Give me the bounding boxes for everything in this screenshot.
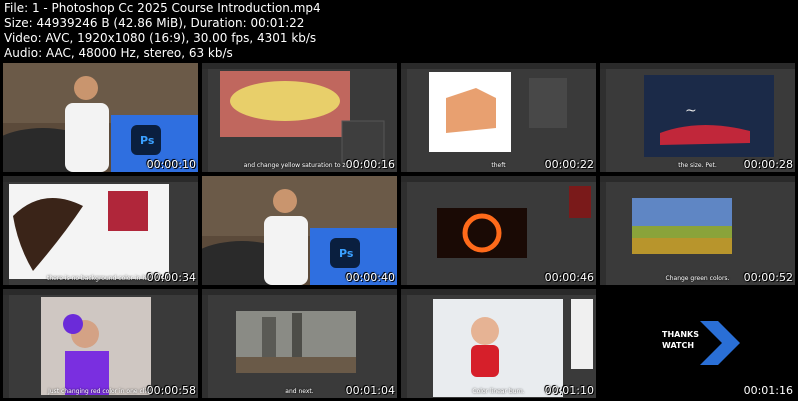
- thumbnail-8[interactable]: Change green colors. 00:00:52: [600, 176, 795, 285]
- eclipse-image: [437, 186, 591, 258]
- thumbnail-4[interactable]: ~ the size. Pet. 00:00:28: [600, 63, 795, 172]
- landscape-image: [632, 198, 732, 254]
- video-info-line: Video: AVC, 1920x1080 (16:9), 30.00 fps,…: [4, 31, 317, 45]
- thumbnail-7[interactable]: 00:00:46: [401, 176, 596, 285]
- presenter-scene: [3, 63, 198, 172]
- chevron-right-icon: [700, 321, 740, 365]
- hair-image: [9, 184, 169, 279]
- thumbnail-7-timestamp: 00:00:46: [544, 271, 594, 284]
- thumbnail-12-timestamp: 00:01:16: [743, 384, 793, 397]
- thumbnail-5-timestamp: 00:00:34: [146, 271, 196, 284]
- thumbnail-5[interactable]: there is no background color in hair 00:…: [3, 176, 198, 285]
- thumbnail-11[interactable]: Color linear burn. 00:01:10: [401, 289, 596, 398]
- car-poster: ~: [644, 75, 774, 157]
- thumbnail-2-timestamp: 00:00:16: [345, 158, 395, 171]
- thumbnail-1-timestamp: 00:00:10: [146, 158, 196, 171]
- thumbnail-3[interactable]: theft 00:00:22: [401, 63, 596, 172]
- thumbnail-11-timestamp: 00:01:10: [544, 384, 594, 397]
- house-illustration: [429, 72, 567, 152]
- woman-purple-flower: [41, 297, 151, 395]
- file-size-line: Size: 44939246 B (42.86 MiB), Duration: …: [4, 16, 305, 30]
- ps-logo-text: Ps: [339, 247, 354, 260]
- file-info: File: 1 - Photoshop Cc 2025 Course Intro…: [4, 1, 321, 61]
- svg-text:~: ~: [685, 103, 697, 119]
- thumbnail-6[interactable]: Ps 00:00:40: [202, 176, 397, 285]
- file-name-line: File: 1 - Photoshop Cc 2025 Course Intro…: [4, 1, 321, 15]
- thumbnail-4-timestamp: 00:00:28: [743, 158, 793, 171]
- audio-info-line: Audio: AAC, 48000 Hz, stereo, 63 kb/s: [4, 46, 233, 60]
- thumbnail-1[interactable]: Ps 00:00:10: [3, 63, 198, 172]
- thumbnail-3-timestamp: 00:00:22: [544, 158, 594, 171]
- thumbnail-12[interactable]: THANKS WATCH 00:01:16: [600, 289, 795, 398]
- thumbnail-9[interactable]: Just changing red color in one click 00:…: [3, 289, 198, 398]
- teeth-image: [220, 71, 385, 164]
- thumbnail-6-timestamp: 00:00:40: [345, 271, 395, 284]
- thumbnail-10[interactable]: and next. 00:01:04: [202, 289, 397, 398]
- presenter-scene: [202, 176, 397, 285]
- thumbnail-9-timestamp: 00:00:58: [146, 384, 196, 397]
- thumbnail-10-timestamp: 00:01:04: [345, 384, 395, 397]
- thumbnail-2[interactable]: and change yellow saturation to zero 00:…: [202, 63, 397, 172]
- baby-image: [433, 299, 593, 397]
- ps-logo-text: Ps: [140, 134, 155, 147]
- thumbnail-8-timestamp: 00:00:52: [743, 271, 793, 284]
- city-street-image: [236, 311, 356, 373]
